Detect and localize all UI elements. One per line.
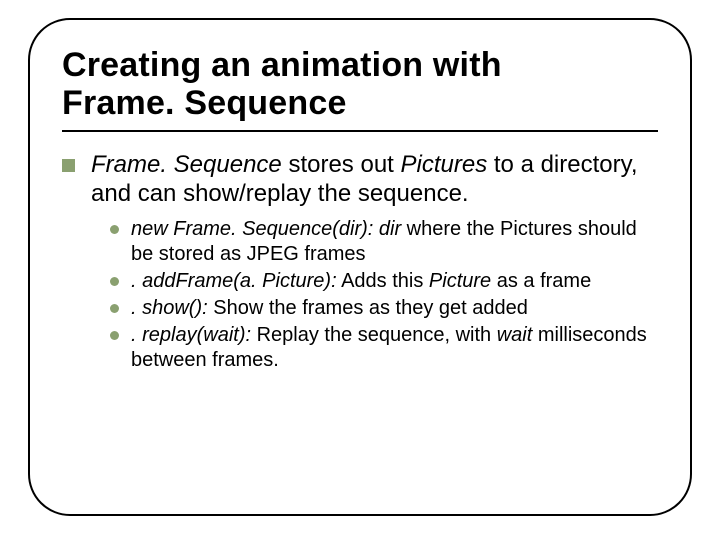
list-item: . replay(wait): Replay the sequence, wit… <box>110 323 658 373</box>
disc-bullet-icon <box>110 331 119 340</box>
list-item-text: . addFrame(a. Picture): Adds this Pictur… <box>131 269 658 294</box>
title-underline <box>62 130 658 132</box>
text: Show the frames as they get added <box>208 297 528 319</box>
sub-bullets: new Frame. Sequence(dir): dir where the … <box>110 217 658 373</box>
italic-text: Picture <box>429 270 491 292</box>
disc-bullet-icon <box>110 277 119 286</box>
list-item-text: . replay(wait): Replay the sequence, wit… <box>131 323 658 373</box>
title-line-2: Frame. Sequence <box>62 84 347 122</box>
slide-frame: Creating an animation with Frame. Sequen… <box>28 18 692 516</box>
text: Replay the sequence, with <box>251 324 497 346</box>
italic-text: wait <box>497 324 533 346</box>
list-item-text: new Frame. Sequence(dir): dir where the … <box>131 217 658 267</box>
list-item: . show(): Show the frames as they get ad… <box>110 296 658 321</box>
main-bullet-text: Frame. Sequence stores out Pictures to a… <box>91 150 658 209</box>
title-line-1: Creating an animation with <box>62 46 502 84</box>
slide-title: Creating an animation with Frame. Sequen… <box>62 46 658 122</box>
italic-text: . addFrame(a. Picture): <box>131 270 337 292</box>
slide-body: Frame. Sequence stores out Pictures to a… <box>62 150 658 373</box>
italic-text: Frame. Sequence <box>91 151 282 178</box>
italic-text: . replay(wait): <box>131 324 251 346</box>
list-item: new Frame. Sequence(dir): dir where the … <box>110 217 658 267</box>
disc-bullet-icon <box>110 304 119 313</box>
italic-text: . show(): <box>131 297 208 319</box>
italic-text: new Frame. Sequence(dir): dir <box>131 218 401 240</box>
disc-bullet-icon <box>110 225 119 234</box>
text: stores out <box>282 151 401 178</box>
text: Adds this <box>337 270 429 292</box>
square-bullet-icon <box>62 159 75 172</box>
list-item: . addFrame(a. Picture): Adds this Pictur… <box>110 269 658 294</box>
slide: Creating an animation with Frame. Sequen… <box>0 0 720 540</box>
main-bullet: Frame. Sequence stores out Pictures to a… <box>62 150 658 209</box>
list-item-text: . show(): Show the frames as they get ad… <box>131 296 658 321</box>
text: as a frame <box>491 270 591 292</box>
italic-text: Pictures <box>401 151 488 178</box>
